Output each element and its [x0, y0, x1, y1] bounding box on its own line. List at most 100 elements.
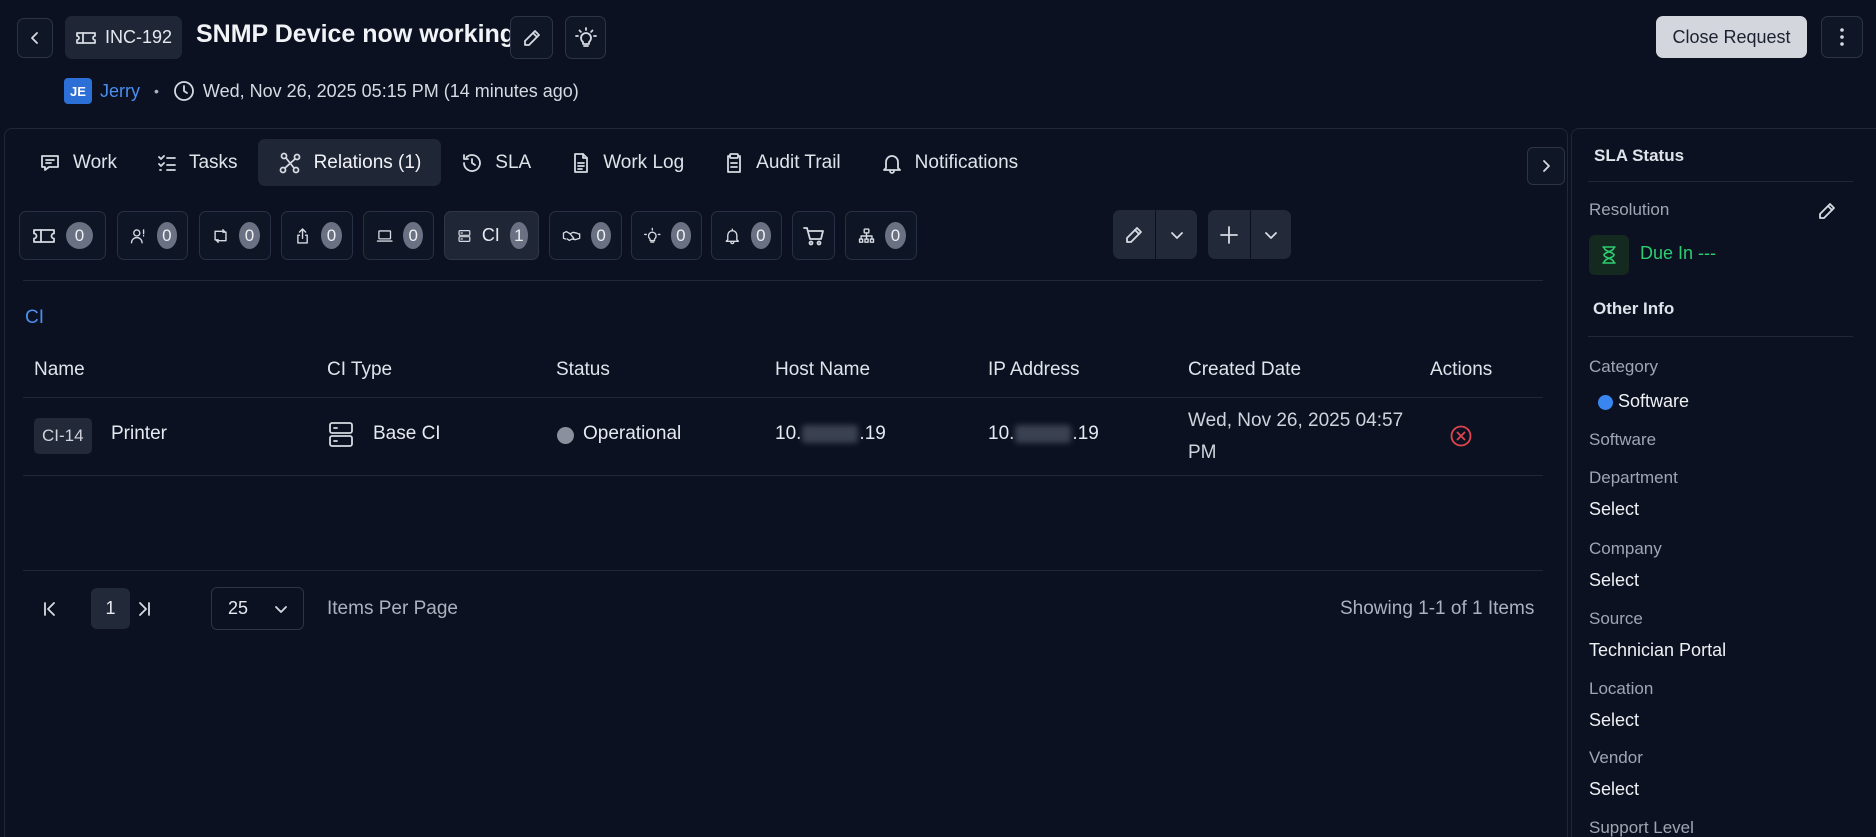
ticket-id-badge[interactable]: INC-192 [65, 16, 183, 59]
tab-tasks[interactable]: Tasks [137, 139, 258, 186]
edit-relations-button[interactable] [1113, 210, 1155, 259]
chip-label: CI [481, 225, 500, 245]
ci-name[interactable]: Printer [111, 423, 167, 445]
edit-title-button[interactable] [510, 16, 553, 59]
column-header-host-name: Host Name [775, 359, 871, 380]
host-suffix: .19 [859, 423, 886, 444]
chip-count: 0 [403, 222, 423, 249]
created-date-value: Wed, Nov 26, 2025 04:57 PM [1188, 410, 1404, 463]
redacted-block [1015, 425, 1072, 443]
ci-type-value: Base CI [373, 423, 441, 444]
tab-work[interactable]: Work [19, 139, 137, 186]
details-sidebar: SLA Status Resolution Due In --- Other I… [1571, 128, 1876, 837]
chip-knowledge[interactable]: 0 [631, 211, 702, 260]
checklist-icon [158, 154, 176, 171]
divider [1588, 181, 1853, 182]
tab-label: Audit Trail [756, 151, 841, 173]
avatar: JE [64, 78, 92, 104]
column-header-name: Name [34, 359, 85, 380]
pencil-icon [523, 29, 540, 46]
divider [1588, 336, 1853, 337]
column-header-status: Status [556, 359, 610, 380]
field-label-category: Category [1589, 357, 1658, 376]
requester-link[interactable]: Jerry [100, 81, 140, 102]
first-page-icon[interactable] [41, 600, 59, 618]
chip-releases[interactable]: 0 [281, 211, 353, 260]
relations-icon [279, 152, 300, 173]
tab-relations[interactable]: Relations (1) [257, 139, 442, 186]
bulb-icon [574, 26, 597, 47]
per-page-value: 25 [228, 598, 249, 618]
column-header-ci-type: CI Type [327, 359, 393, 380]
chip-hierarchy[interactable]: 0 [845, 211, 917, 260]
field-value-vendor[interactable]: Select [1589, 779, 1639, 800]
pencil-icon[interactable] [1817, 201, 1837, 221]
main-panel: Work Tasks Relations (1) SLA Work Log Au… [4, 128, 1568, 837]
field-label-company: Company [1589, 539, 1662, 558]
clock-icon [174, 81, 194, 101]
column-header-created-date: Created Date [1188, 359, 1302, 380]
items-per-page-select[interactable]: 25 [211, 587, 304, 630]
other-info-heading: Other Info [1593, 299, 1675, 318]
tab-label: Work [73, 151, 117, 173]
chip-problems[interactable]: 0 [117, 211, 188, 260]
chip-assets[interactable]: 0 [363, 211, 434, 260]
pagination-summary: Showing 1-1 of 1 Items [1340, 598, 1535, 619]
field-value-category[interactable]: Software [1618, 391, 1689, 412]
ip-prefix: 10. [988, 423, 1015, 444]
chip-count: 0 [156, 222, 177, 249]
back-button[interactable] [17, 18, 53, 58]
page-header: INC-192 SNMP Device now working Close Re… [0, 0, 1876, 128]
field-label-department: Department [1589, 468, 1678, 487]
chat-icon [41, 154, 59, 171]
tab-work-log[interactable]: Work Log [551, 139, 704, 186]
chevron-down-icon [1170, 231, 1183, 239]
last-page-icon[interactable] [135, 600, 153, 618]
chip-changes[interactable]: 0 [199, 211, 271, 260]
status-value: Operational [583, 423, 682, 444]
ip-address-value: 10. .19 [988, 423, 1099, 445]
cart-icon [803, 226, 824, 245]
chip-contracts[interactable]: 0 [549, 211, 622, 260]
due-text: Due In --- [1640, 243, 1717, 263]
plus-icon [1219, 225, 1238, 244]
handshake-icon [562, 230, 581, 241]
field-value-source[interactable]: Technician Portal [1589, 640, 1726, 661]
chip-requests[interactable]: 0 [19, 211, 106, 260]
field-label-software: Software [1589, 430, 1657, 449]
due-status-badge [1589, 235, 1629, 275]
tab-audit-trail[interactable]: Audit Trail [704, 139, 860, 186]
more-options-button[interactable] [1821, 16, 1863, 58]
history-icon [463, 153, 482, 172]
bulb-icon [644, 227, 661, 243]
ci-icon [458, 229, 471, 242]
edit-relations-dropdown[interactable] [1155, 210, 1197, 259]
close-request-button[interactable]: Close Request [1656, 16, 1807, 58]
page-number-button[interactable]: 1 [91, 588, 130, 629]
add-relation-dropdown[interactable] [1249, 210, 1292, 259]
page-title: SNMP Device now working [196, 20, 516, 48]
field-value-department[interactable]: Select [1589, 499, 1639, 520]
chip-purchases[interactable] [792, 211, 835, 260]
change-icon [214, 228, 227, 243]
tab-label: Notifications [914, 151, 1019, 173]
tabs-scroll-right-button[interactable] [1527, 147, 1565, 185]
kebab-menu-icon [1840, 28, 1844, 46]
tab-label: Work Log [603, 151, 685, 173]
ticket-icon [33, 228, 55, 243]
knowledge-button[interactable] [565, 16, 606, 59]
chip-count: 0 [239, 222, 260, 249]
remove-relation-icon[interactable] [1449, 424, 1473, 448]
field-value-company[interactable]: Select [1589, 570, 1639, 591]
add-relation-button[interactable] [1208, 210, 1250, 259]
ci-id-tag[interactable]: CI-14 [34, 418, 92, 454]
chip-ci[interactable]: CI 1 [444, 211, 539, 260]
field-value-location[interactable]: Select [1589, 710, 1639, 731]
field-label-vendor: Vendor [1589, 748, 1643, 767]
chevron-down-icon [1264, 231, 1277, 239]
divider [23, 280, 1543, 281]
tab-notifications[interactable]: Notifications [861, 139, 1039, 186]
chip-alerts[interactable]: 0 [711, 211, 782, 260]
tab-label: Relations (1) [313, 151, 422, 173]
tab-sla[interactable]: SLA [441, 139, 551, 186]
